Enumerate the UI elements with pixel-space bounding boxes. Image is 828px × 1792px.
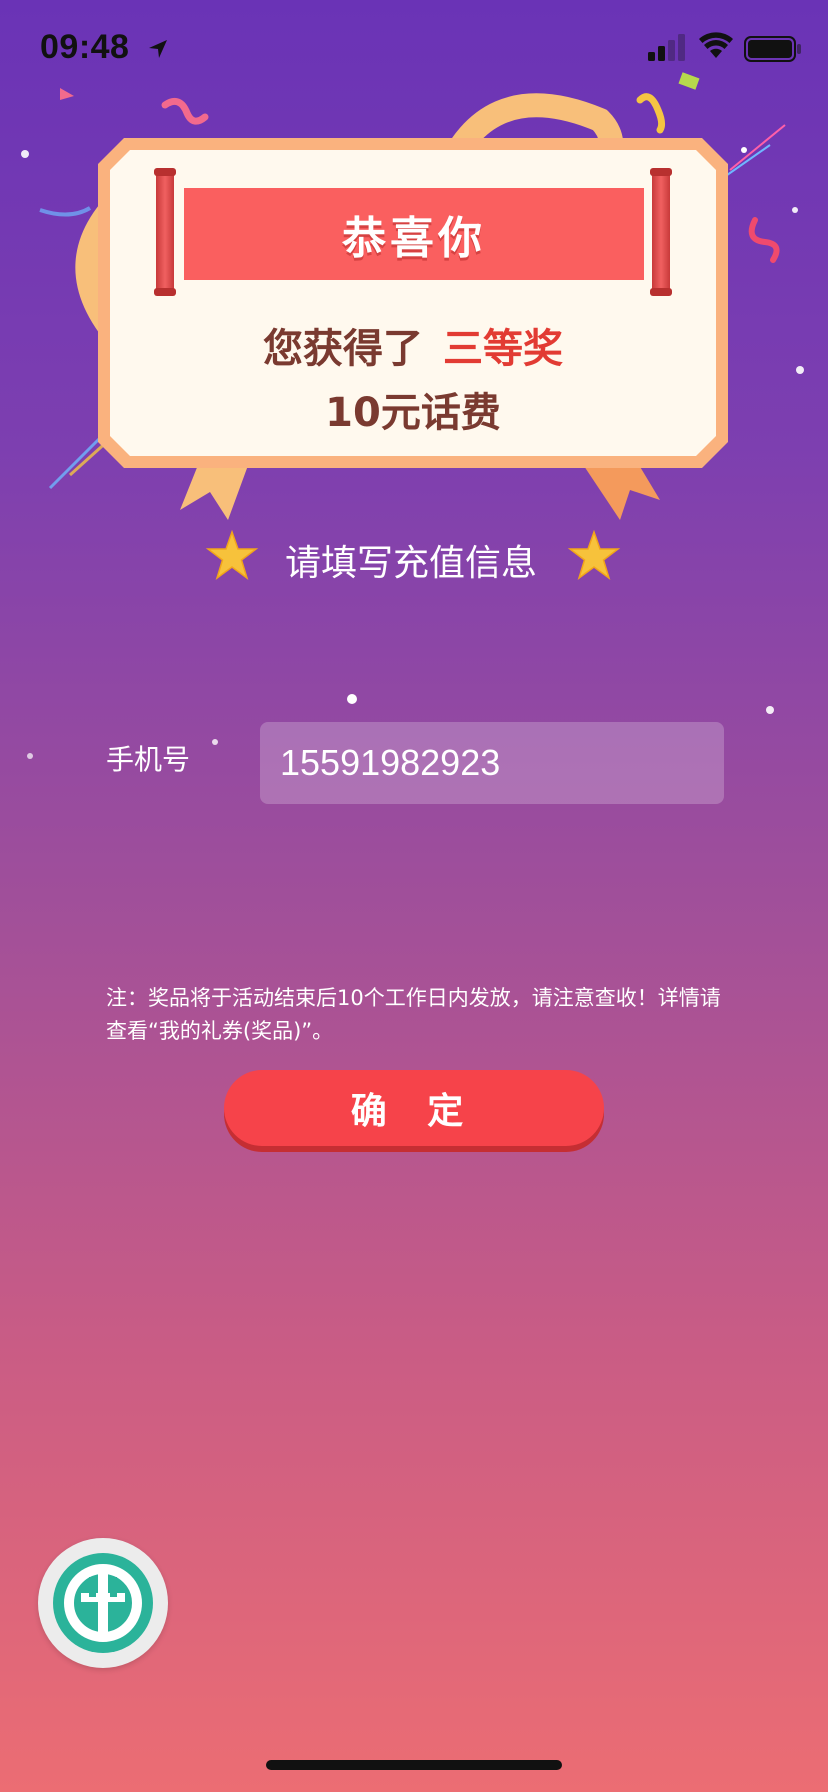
prize-level: 三等奖 [443, 326, 563, 372]
congrats-banner: 恭喜你 [184, 188, 644, 280]
phone-input[interactable] [260, 722, 724, 804]
star-icon [205, 529, 259, 580]
battery-icon [744, 36, 801, 62]
floating-bank-button[interactable] [38, 1538, 168, 1668]
prize-card: 恭喜你 您获得了 三等奖 10元话费 [98, 138, 728, 468]
phone-label: 手机号 [106, 743, 191, 776]
location-arrow-icon [149, 40, 167, 58]
cellular-signal-icon [648, 34, 685, 61]
bank-logo-icon [53, 1553, 153, 1653]
win-message: 您获得了 三等奖 [98, 316, 728, 374]
confirm-button[interactable]: 确 定 [224, 1070, 604, 1146]
prize-note: 注：奖品将于活动结束后10个工作日内发放，请注意查收！详情请查看“我的礼券(奖品… [106, 986, 721, 1043]
home-indicator [266, 1760, 562, 1770]
wifi-icon [699, 32, 733, 58]
star-icon [567, 529, 621, 580]
scroll-rod-left [154, 168, 176, 296]
scroll-rod-right [650, 168, 672, 296]
section-title: 请填写充值信息 [285, 543, 538, 584]
win-prefix: 您获得了 [263, 326, 423, 372]
prize-amount: 10元话费 [325, 390, 501, 436]
